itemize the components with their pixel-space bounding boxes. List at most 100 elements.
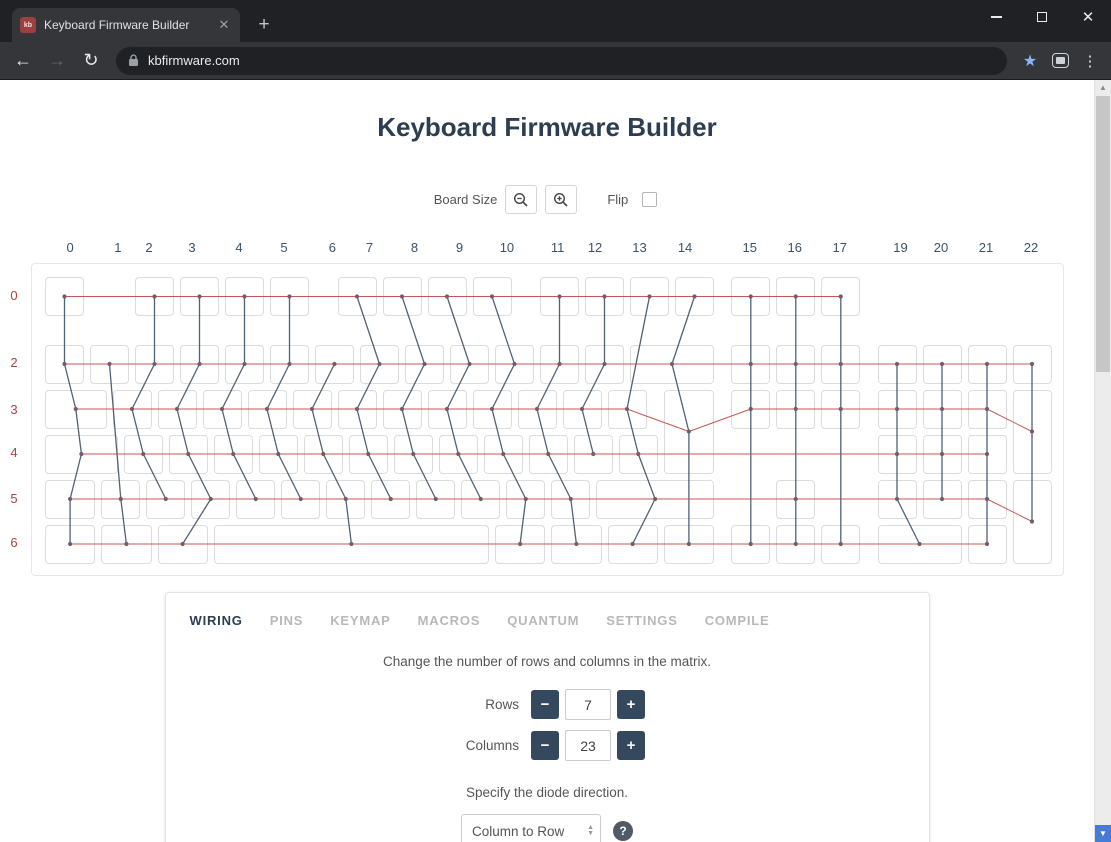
key[interactable] xyxy=(1013,345,1052,384)
key[interactable] xyxy=(180,277,219,316)
key[interactable] xyxy=(923,480,962,519)
key[interactable] xyxy=(776,390,815,429)
key[interactable] xyxy=(90,345,129,384)
key[interactable] xyxy=(473,277,512,316)
key[interactable] xyxy=(968,480,1007,519)
key[interactable] xyxy=(214,525,489,564)
key[interactable] xyxy=(45,277,84,316)
key[interactable] xyxy=(878,435,917,474)
key[interactable] xyxy=(338,277,377,316)
key[interactable] xyxy=(349,435,388,474)
reload-button[interactable]: ↻ xyxy=(74,44,108,78)
scrollbar-up-icon[interactable]: ▲ xyxy=(1095,80,1111,96)
columns-input[interactable] xyxy=(565,730,611,761)
key[interactable] xyxy=(968,345,1007,384)
key[interactable] xyxy=(731,390,770,429)
key[interactable] xyxy=(371,480,410,519)
minimize-button[interactable] xyxy=(973,0,1019,34)
zoom-out-button[interactable] xyxy=(505,185,537,214)
rows-increment-button[interactable]: + xyxy=(617,690,645,719)
key[interactable] xyxy=(506,480,545,519)
address-bar[interactable]: kbfirmware.com xyxy=(116,47,1007,75)
key[interactable] xyxy=(630,277,669,316)
key[interactable] xyxy=(968,435,1007,474)
help-icon[interactable]: ? xyxy=(613,821,633,841)
key[interactable] xyxy=(315,345,354,384)
key[interactable] xyxy=(630,345,714,384)
rows-decrement-button[interactable]: − xyxy=(531,690,559,719)
key[interactable] xyxy=(731,277,770,316)
key[interactable] xyxy=(968,525,1007,564)
tab-keymap[interactable]: KEYMAP xyxy=(330,613,390,628)
key[interactable] xyxy=(326,480,365,519)
key[interactable] xyxy=(1013,480,1052,564)
key[interactable] xyxy=(191,480,230,519)
tab-compile[interactable]: COMPILE xyxy=(705,613,770,628)
key[interactable] xyxy=(529,435,568,474)
key[interactable] xyxy=(45,435,118,474)
tab-wiring[interactable]: WIRING xyxy=(190,613,243,628)
key[interactable] xyxy=(405,345,444,384)
forward-button[interactable]: → xyxy=(40,44,74,78)
key[interactable] xyxy=(428,277,467,316)
key[interactable] xyxy=(236,480,275,519)
rows-input[interactable] xyxy=(565,689,611,720)
back-button[interactable]: ← xyxy=(6,44,40,78)
key[interactable] xyxy=(101,525,151,564)
key[interactable] xyxy=(101,480,140,519)
key[interactable] xyxy=(158,390,197,429)
key[interactable] xyxy=(563,390,602,429)
key[interactable] xyxy=(821,390,860,429)
key[interactable] xyxy=(484,435,523,474)
key[interactable] xyxy=(821,345,860,384)
new-tab-button[interactable]: + xyxy=(252,14,276,38)
key[interactable] xyxy=(608,390,647,429)
key[interactable] xyxy=(45,480,95,519)
key[interactable] xyxy=(473,390,512,429)
key[interactable] xyxy=(878,390,917,429)
key[interactable] xyxy=(776,480,815,519)
columns-increment-button[interactable]: + xyxy=(617,731,645,760)
key[interactable] xyxy=(574,435,613,474)
key[interactable] xyxy=(878,345,917,384)
key[interactable] xyxy=(495,345,534,384)
key[interactable] xyxy=(923,390,962,429)
key[interactable] xyxy=(259,435,298,474)
key[interactable] xyxy=(360,345,399,384)
key[interactable] xyxy=(416,480,455,519)
key[interactable] xyxy=(135,345,174,384)
key[interactable] xyxy=(731,525,770,564)
key[interactable] xyxy=(731,345,770,384)
scrollbar-thumb[interactable] xyxy=(1096,96,1110,372)
key[interactable] xyxy=(225,277,264,316)
key[interactable] xyxy=(664,525,714,564)
key[interactable] xyxy=(1013,390,1052,474)
key[interactable] xyxy=(439,435,478,474)
columns-decrement-button[interactable]: − xyxy=(531,731,559,760)
key[interactable] xyxy=(608,525,658,564)
key[interactable] xyxy=(461,480,500,519)
extension-button[interactable] xyxy=(1045,44,1075,78)
key[interactable] xyxy=(428,390,467,429)
tab-pins[interactable]: PINS xyxy=(270,613,304,628)
key[interactable] xyxy=(304,435,343,474)
key[interactable] xyxy=(45,390,107,429)
browser-tab[interactable]: kb Keyboard Firmware Builder ✕ xyxy=(12,8,240,42)
key[interactable] xyxy=(169,435,208,474)
key[interactable] xyxy=(158,525,208,564)
key[interactable] xyxy=(338,390,377,429)
tab-quantum[interactable]: QUANTUM xyxy=(507,613,579,628)
bookmark-star-button[interactable]: ★ xyxy=(1015,44,1045,78)
key[interactable] xyxy=(821,277,860,316)
key[interactable] xyxy=(450,345,489,384)
key[interactable] xyxy=(45,525,95,564)
maximize-button[interactable] xyxy=(1019,0,1065,34)
key[interactable] xyxy=(394,435,433,474)
key[interactable] xyxy=(45,345,84,384)
key[interactable] xyxy=(383,390,422,429)
key[interactable] xyxy=(383,277,422,316)
key[interactable] xyxy=(281,480,320,519)
tab-macros[interactable]: MACROS xyxy=(418,613,481,628)
key[interactable] xyxy=(124,435,163,474)
key[interactable] xyxy=(135,277,174,316)
